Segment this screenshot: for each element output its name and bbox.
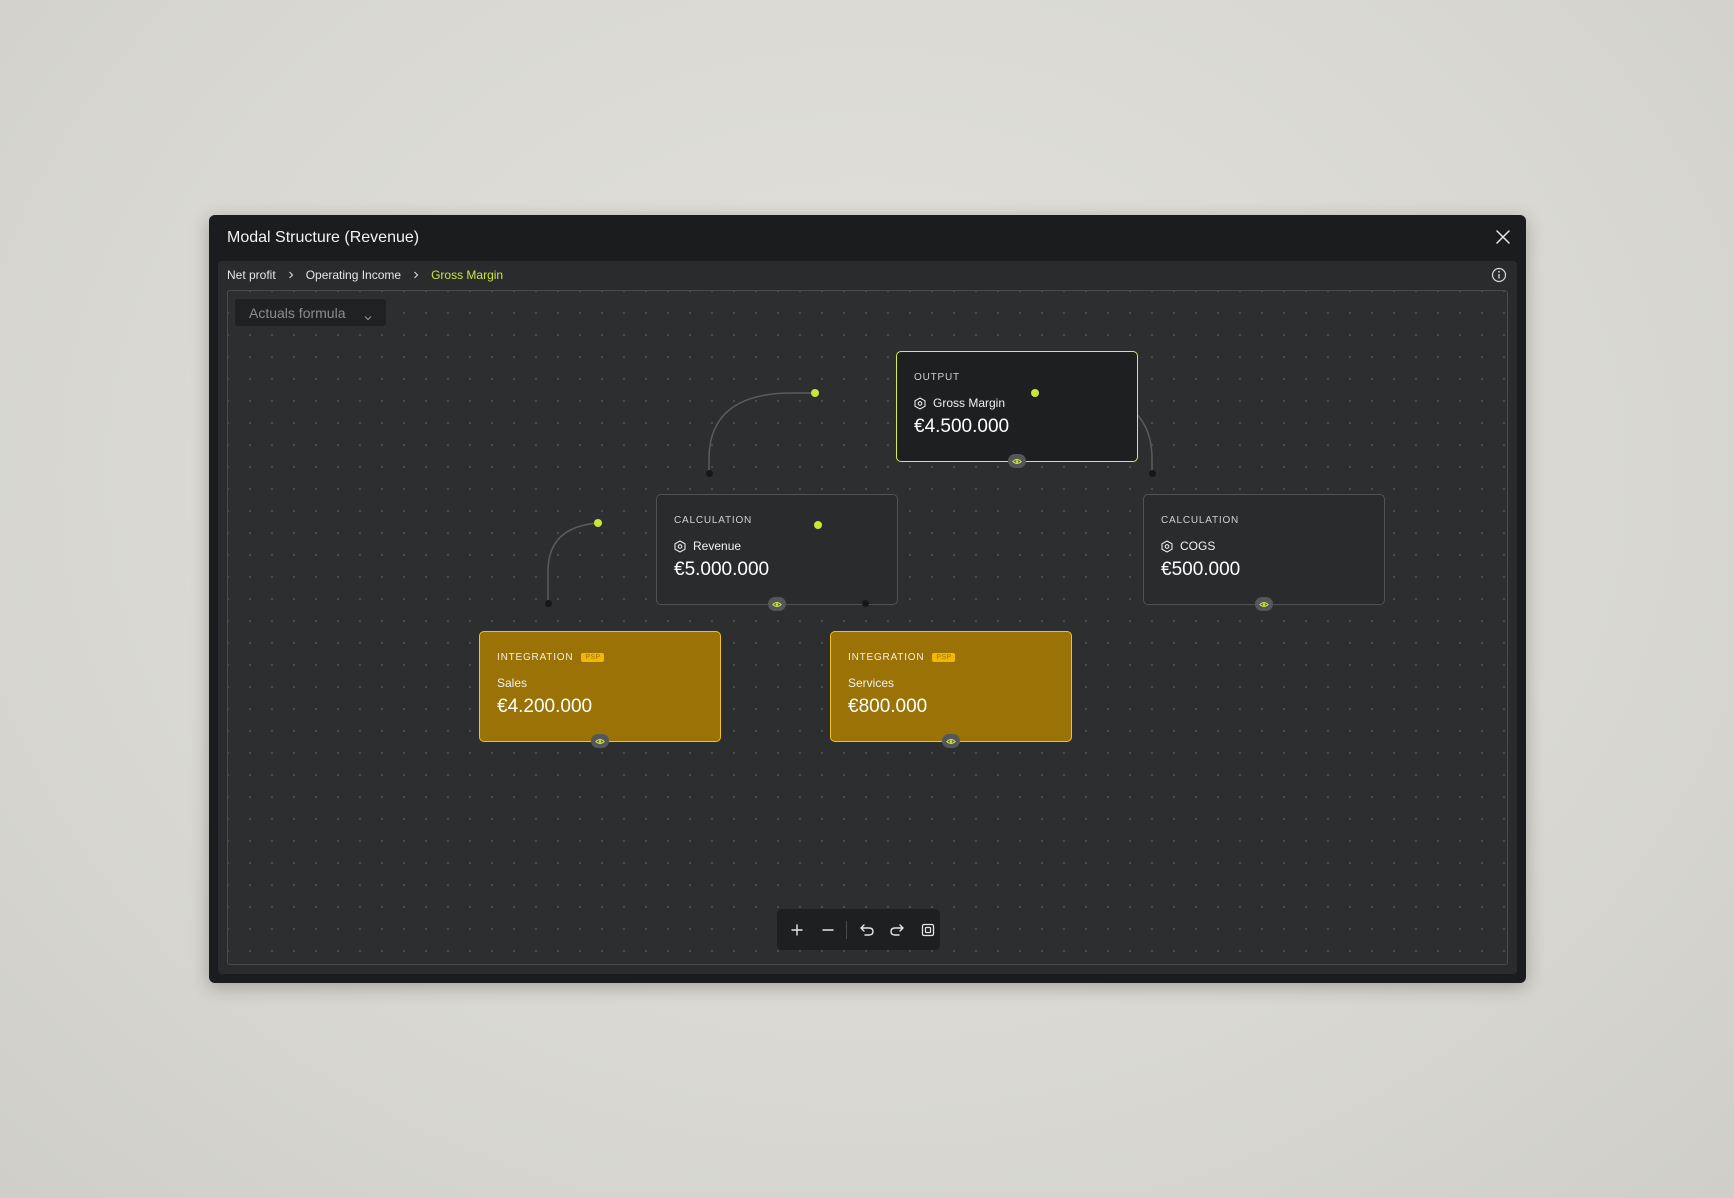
port-revenue-right[interactable] xyxy=(814,521,822,529)
node-value: €4.200.000 xyxy=(497,696,593,717)
chevron-right-icon xyxy=(288,271,294,279)
node-type-label: OUTPUT xyxy=(914,372,960,383)
edge-output-revenue xyxy=(708,392,815,473)
undo-button[interactable] xyxy=(855,917,879,943)
flow-canvas[interactable]: Actuals formula OUTPUT Gross Margin €4.5… xyxy=(227,290,1508,965)
node-name: Gross Margin xyxy=(914,396,1005,410)
node-name-text: Services xyxy=(848,676,895,690)
node-value: €5.000.000 xyxy=(674,559,770,580)
psp-badge: PSP xyxy=(581,653,605,662)
node-integration-sales[interactable]: INTEGRATION PSP Sales €4.200.000 xyxy=(479,631,721,748)
info-icon xyxy=(1491,267,1507,283)
redo-icon xyxy=(890,923,905,936)
node-name: Revenue xyxy=(674,539,741,553)
port-output-right[interactable] xyxy=(1031,389,1039,397)
port-services-top[interactable] xyxy=(862,600,869,607)
hexagon-icon xyxy=(674,539,686,553)
node-name-text: Sales xyxy=(497,676,528,690)
minus-icon xyxy=(821,928,834,931)
toolbar-divider xyxy=(845,920,847,939)
edge-revenue-sales xyxy=(547,522,599,603)
formula-dropdown-value: Actuals formula xyxy=(249,304,346,321)
port-cogs-top[interactable] xyxy=(1149,470,1156,477)
node-output-gross-margin[interactable]: OUTPUT Gross Margin €4.500.000 xyxy=(896,351,1138,468)
preview-eye-button[interactable] xyxy=(1008,454,1026,468)
node-name: Sales xyxy=(497,676,527,690)
close-button[interactable] xyxy=(1492,226,1514,248)
zoom-in-button[interactable] xyxy=(785,917,809,943)
node-type-label: INTEGRATION PSP xyxy=(497,652,605,663)
eye-icon xyxy=(946,738,956,744)
breadcrumb-item-net-profit[interactable]: Net profit xyxy=(227,268,276,282)
psp-badge: PSP xyxy=(932,653,956,662)
node-type-label: CALCULATION xyxy=(1161,515,1240,526)
port-revenue-left[interactable] xyxy=(594,519,602,527)
fit-view-icon xyxy=(921,923,934,936)
node-type-label: CALCULATION xyxy=(674,515,753,526)
node-value: €800.000 xyxy=(848,696,928,717)
redo-button[interactable] xyxy=(885,917,909,943)
close-icon xyxy=(1496,230,1510,244)
preview-eye-button[interactable] xyxy=(1255,597,1273,611)
chevron-right-icon xyxy=(413,271,419,279)
node-type-label: INTEGRATION PSP xyxy=(848,652,956,663)
eye-icon xyxy=(1259,601,1269,607)
node-name: COGS xyxy=(1161,539,1215,553)
connection-lines xyxy=(547,392,1153,603)
node-name: Services xyxy=(848,676,894,690)
node-type-text: INTEGRATION xyxy=(848,652,925,663)
modal-title: Modal Structure (Revenue) xyxy=(227,229,420,246)
breadcrumb: Net profit Operating Income Gross Margin xyxy=(227,268,503,282)
preview-eye-button[interactable] xyxy=(942,734,960,748)
zoom-out-button[interactable] xyxy=(815,917,839,943)
eye-icon xyxy=(1012,458,1022,464)
eye-icon xyxy=(772,601,782,607)
plus-icon xyxy=(791,923,803,936)
node-name-text: COGS xyxy=(1180,539,1216,553)
modal: Modal Structure (Revenue) Net profit Ope… xyxy=(209,215,1526,983)
breadcrumb-item-gross-margin[interactable]: Gross Margin xyxy=(431,268,503,282)
node-name-text: Gross Margin xyxy=(933,396,1006,410)
preview-eye-button[interactable] xyxy=(591,734,609,748)
canvas-toolbar xyxy=(777,909,940,950)
port-sales-top[interactable] xyxy=(545,600,552,607)
modal-body: Net profit Operating Income Gross Margin… xyxy=(218,261,1517,974)
formula-dropdown[interactable]: Actuals formula xyxy=(235,299,386,326)
hexagon-icon xyxy=(914,396,926,410)
preview-eye-button[interactable] xyxy=(768,597,786,611)
node-name-text: Revenue xyxy=(693,539,742,553)
undo-icon xyxy=(860,923,874,936)
node-integration-services[interactable]: INTEGRATION PSP Services €800.000 xyxy=(830,631,1072,748)
breadcrumb-item-operating-income[interactable]: Operating Income xyxy=(306,268,401,282)
chevron-down-icon xyxy=(364,308,372,324)
node-value: €500.000 xyxy=(1161,559,1241,580)
node-type-text: INTEGRATION xyxy=(497,652,574,663)
info-button[interactable] xyxy=(1490,266,1508,284)
port-revenue-top[interactable] xyxy=(706,470,713,477)
node-calculation-revenue[interactable]: CALCULATION Revenue €5.000.000 xyxy=(656,494,898,611)
fit-view-button[interactable] xyxy=(916,917,940,943)
hexagon-icon xyxy=(1161,539,1173,553)
node-calculation-cogs[interactable]: CALCULATION COGS €500.000 xyxy=(1143,494,1385,611)
eye-icon xyxy=(595,738,605,744)
node-value: €4.500.000 xyxy=(914,416,1010,437)
port-output-left[interactable] xyxy=(811,389,819,397)
